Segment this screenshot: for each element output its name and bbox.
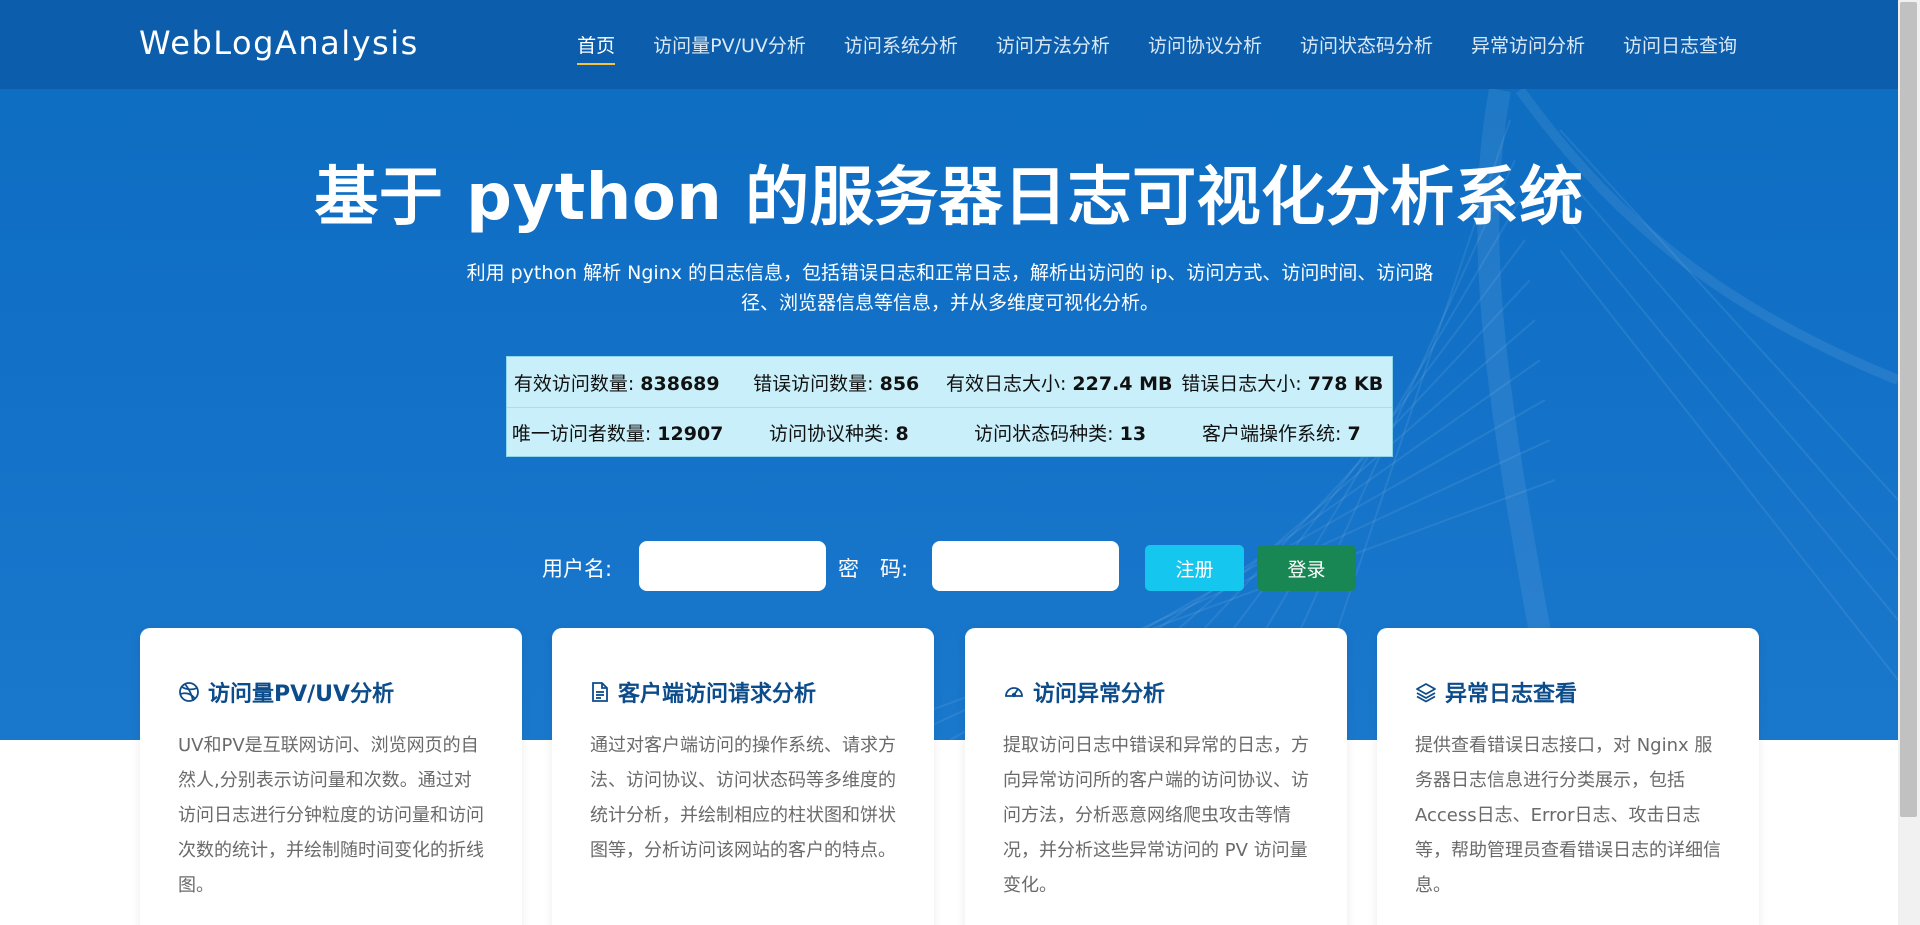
password-label: 密 码: xyxy=(838,557,909,581)
nav-item-pv-uv[interactable]: 访问量PV/UV分析 xyxy=(634,0,825,89)
layers-icon xyxy=(1416,683,1436,703)
nav-item-method[interactable]: 访问方法分析 xyxy=(977,0,1129,89)
register-button[interactable]: 注册 xyxy=(1145,545,1244,591)
nav-item-system[interactable]: 访问系统分析 xyxy=(825,0,977,89)
stat-label: 错误访问数量: xyxy=(753,372,880,395)
stat-value: 838689 xyxy=(640,372,720,395)
stat-value: 12907 xyxy=(657,423,724,445)
card-text: UV和PV是互联网访问、浏览网页的自然人,分别表示访问量和次数。通过对访问日志进… xyxy=(178,735,484,896)
feature-card-client-request: 客户端访问请求分析 通过对客户端访问的操作系统、请求方法、访问协议、访问状态码等… xyxy=(552,628,934,925)
nav-item-status-code[interactable]: 访问状态码分析 xyxy=(1281,0,1452,89)
stat-value: 8 xyxy=(895,423,909,445)
stat-label: 客户端操作系统: xyxy=(1202,423,1348,445)
page-scrollbar[interactable] xyxy=(1898,0,1920,925)
stat-label: 唯一访问者数量: xyxy=(511,423,658,445)
stats-row: 唯一访问者数量: 12907 访问协议种类: 8 访问状态码种类: 13 客户端… xyxy=(507,407,1392,457)
card-header: 客户端访问请求分析 xyxy=(590,676,896,708)
hero-description: 利用 python 解析 Nginx 的日志信息，包括错误日志和正常日志，解析出… xyxy=(466,262,1434,314)
nav-menu: 首页 访问量PV/UV分析 访问系统分析 访问方法分析 访问协议分析 访问状态码… xyxy=(558,0,1756,89)
nav-item-protocol[interactable]: 访问协议分析 xyxy=(1129,0,1281,89)
card-text: 通过对客户端访问的操作系统、请求方法、访问协议、访问状态码等多维度的统计分析，并… xyxy=(590,735,896,861)
card-title: 异常日志查看 xyxy=(1445,682,1578,707)
stats-table: 有效访问数量: 838689 错误访问数量: 856 有效日志大小: 227.4… xyxy=(506,356,1393,457)
stat-label: 访问协议种类: xyxy=(769,423,896,445)
stat-label: 有效日志大小: xyxy=(945,372,1073,395)
speedometer-icon xyxy=(1005,687,1023,698)
nav-item-home[interactable]: 首页 xyxy=(558,0,634,89)
page: WebLogAnalysis 首页 访问量PV/UV分析 访问系统分析 访问方法… xyxy=(0,0,1920,925)
username-input[interactable] xyxy=(639,541,826,591)
stat-label: 访问状态码种类: xyxy=(974,423,1120,445)
stat-client-os: 客户端操作系统: 7 xyxy=(1171,419,1392,446)
stat-status-code-types: 访问状态码种类: 13 xyxy=(950,419,1171,446)
stat-value: 227.4 MB xyxy=(1072,372,1173,395)
document-icon xyxy=(592,682,608,702)
card-text: 提供查看错误日志接口，对 Nginx 服务器日志信息进行分类展示，包括 Acce… xyxy=(1415,735,1721,896)
card-header: 访问量PV/UV分析 xyxy=(178,676,484,708)
card-header: 访问异常分析 xyxy=(1003,676,1309,708)
stat-error-visits: 错误访问数量: 856 xyxy=(726,369,945,396)
top-navbar: WebLogAnalysis 首页 访问量PV/UV分析 访问系统分析 访问方法… xyxy=(0,0,1898,89)
brand-logo[interactable]: WebLogAnalysis xyxy=(139,24,419,62)
dribbble-icon xyxy=(179,682,199,702)
stat-label: 错误日志大小: xyxy=(1181,372,1308,395)
stat-unique-visitors: 唯一访问者数量: 12907 xyxy=(507,419,728,446)
password-input[interactable] xyxy=(932,541,1119,591)
feature-card-error-log: 异常日志查看 提供查看错误日志接口，对 Nginx 服务器日志信息进行分类展示，… xyxy=(1377,628,1759,925)
feature-card-abnormal-visit: 访问异常分析 提取访问日志中错误和异常的日志，方向异常访问所的客户端的访问协议、… xyxy=(965,628,1347,925)
stat-value: 13 xyxy=(1119,423,1147,445)
nav-item-log-query[interactable]: 访问日志查询 xyxy=(1604,0,1756,89)
login-button[interactable]: 登录 xyxy=(1257,545,1356,591)
card-title: 访问异常分析 xyxy=(1033,682,1166,707)
stat-protocol-types: 访问协议种类: 8 xyxy=(728,419,949,446)
scrollbar-thumb[interactable] xyxy=(1900,2,1917,817)
card-text: 提取访问日志中错误和异常的日志，方向异常访问所的客户端的访问协议、访问方法，分析… xyxy=(1003,735,1309,896)
stat-valid-log-size: 有效日志大小: 227.4 MB xyxy=(946,369,1173,396)
feature-card-pv-uv: 访问量PV/UV分析 UV和PV是互联网访问、浏览网页的自然人,分别表示访问量和… xyxy=(140,628,522,925)
card-title: 访问量PV/UV分析 xyxy=(208,682,395,707)
nav-item-abnormal[interactable]: 异常访问分析 xyxy=(1452,0,1604,89)
card-header: 异常日志查看 xyxy=(1415,676,1721,708)
card-title: 客户端访问请求分析 xyxy=(618,682,817,707)
stat-error-log-size: 错误日志大小: 778 KB xyxy=(1173,369,1392,396)
stat-value: 778 KB xyxy=(1307,372,1384,395)
stat-valid-visits: 有效访问数量: 838689 xyxy=(507,369,726,396)
username-label: 用户名: xyxy=(542,557,613,581)
hero-title: 基于 python 的服务器日志可视化分析系统 xyxy=(314,161,1584,235)
stat-value: 856 xyxy=(879,372,920,395)
stat-label: 有效访问数量: xyxy=(513,372,641,395)
stat-value: 7 xyxy=(1347,423,1361,445)
stats-row: 有效访问数量: 838689 错误访问数量: 856 有效日志大小: 227.4… xyxy=(507,357,1392,407)
